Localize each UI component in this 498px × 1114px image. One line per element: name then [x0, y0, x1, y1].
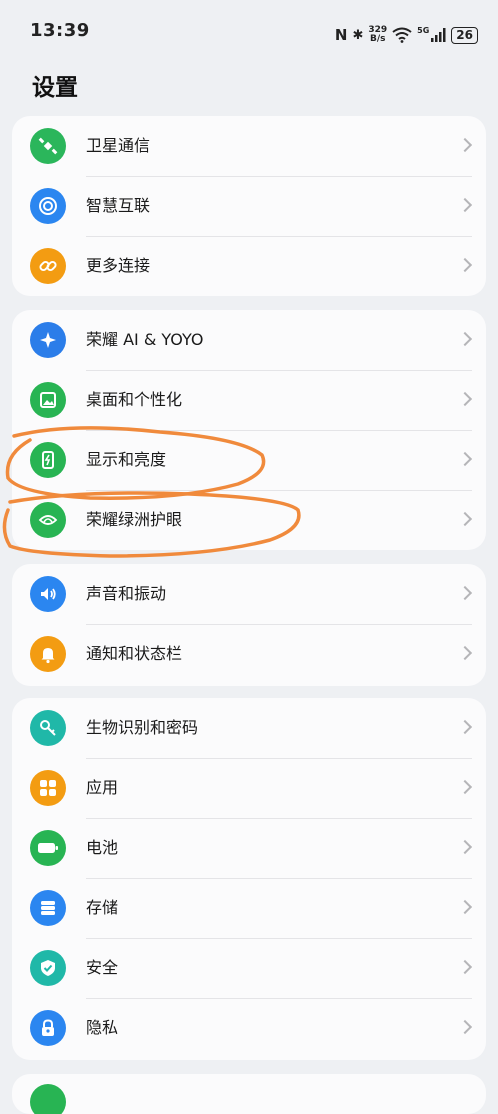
menu-item-security[interactable]: 安全 [12, 938, 486, 998]
satellite-icon [30, 128, 66, 164]
chevron-right-icon [457, 511, 473, 527]
smart-link-icon [30, 188, 66, 224]
chevron-right-icon [457, 197, 473, 213]
cell-signal-icon [431, 28, 446, 42]
menu-item-biometrics-password[interactable]: 生物识别和密码 [12, 698, 486, 758]
display-brightness-icon [30, 442, 66, 478]
settings-group-sound-notification: 声音和振动 通知和状态栏 [12, 564, 486, 686]
settings-group-next [12, 1074, 486, 1114]
apps-grid-icon [30, 770, 66, 806]
divider [86, 998, 472, 999]
chevron-right-icon [457, 257, 473, 273]
menu-item-label: 桌面和个性化 [86, 390, 183, 409]
menu-item-label: 生物识别和密码 [86, 718, 199, 737]
menu-item-eye-comfort[interactable]: 荣耀绿洲护眼 [12, 490, 486, 550]
menu-item-label: 应用 [86, 778, 119, 797]
eye-care-icon [30, 502, 66, 538]
chevron-right-icon [457, 391, 473, 407]
bluetooth-icon: ✱ [352, 27, 364, 43]
key-icon [30, 710, 66, 746]
network-speed-unit: B/s [370, 34, 386, 44]
chevron-right-icon [457, 585, 473, 601]
chevron-right-icon [457, 331, 473, 347]
settings-group-system: 生物识别和密码 应用 电池 存储 安全 隐私 [12, 698, 486, 1060]
link-icon [30, 248, 66, 284]
menu-item-privacy[interactable]: 隐私 [12, 998, 486, 1058]
menu-item-label: 显示和亮度 [86, 450, 167, 469]
chevron-right-icon [457, 137, 473, 153]
ai-assistant-icon [30, 322, 66, 358]
chevron-right-icon [457, 959, 473, 975]
menu-item-battery[interactable]: 电池 [12, 818, 486, 878]
menu-item-label: 电池 [86, 838, 119, 857]
network-speed: 329 B/s [368, 26, 387, 44]
divider [86, 818, 472, 819]
menu-item-label: 隐私 [86, 1018, 119, 1037]
menu-item-label: 荣耀绿洲护眼 [86, 510, 183, 529]
mobile-network-label: 5G [417, 25, 430, 35]
privacy-lock-icon [30, 1010, 66, 1046]
settings-group-connectivity: 卫星通信 智慧互联 更多连接 [12, 116, 486, 296]
divider [86, 878, 472, 879]
speaker-icon [30, 576, 66, 612]
menu-item-honor-ai[interactable]: 荣耀 AI & YOYO [12, 310, 486, 370]
menu-item-label: 安全 [86, 958, 119, 977]
menu-item-notifications[interactable]: 通知和状态栏 [12, 624, 486, 684]
menu-item-satellite[interactable]: 卫星通信 [12, 116, 486, 176]
picture-icon [30, 382, 66, 418]
menu-item-more-connections[interactable]: 更多连接 [12, 236, 486, 296]
wifi-icon [392, 27, 412, 43]
chevron-right-icon [457, 839, 473, 855]
menu-item-desktop-personalization[interactable]: 桌面和个性化 [12, 370, 486, 430]
settings-group-personalization: 荣耀 AI & YOYO 桌面和个性化 显示和亮度 荣耀绿洲护眼 [12, 310, 486, 550]
status-bar: 13:39 N ✱ 329 B/s 5G 26 [0, 0, 498, 60]
clock: 13:39 [30, 20, 90, 41]
menu-item-label: 卫星通信 [86, 136, 151, 155]
battery-indicator: 26 [451, 26, 478, 44]
divider [86, 758, 472, 759]
next-item-icon [30, 1084, 66, 1114]
bell-icon [30, 636, 66, 672]
chevron-right-icon [457, 451, 473, 467]
menu-item-sound-vibration[interactable]: 声音和振动 [12, 564, 486, 624]
menu-item-label: 通知和状态栏 [86, 644, 183, 663]
menu-item-display-brightness[interactable]: 显示和亮度 [12, 430, 486, 490]
chevron-right-icon [457, 719, 473, 735]
menu-item-label: 存储 [86, 898, 119, 917]
storage-icon [30, 890, 66, 926]
menu-item-label: 智慧互联 [86, 196, 151, 215]
battery-icon [30, 830, 66, 866]
chevron-right-icon [457, 779, 473, 795]
chevron-right-icon [457, 899, 473, 915]
shield-check-icon [30, 950, 66, 986]
menu-item-smart-link[interactable]: 智慧互联 [12, 176, 486, 236]
menu-item-apps[interactable]: 应用 [12, 758, 486, 818]
menu-item-label: 荣耀 AI & YOYO [86, 330, 204, 349]
status-icons: N ✱ 329 B/s 5G 26 [335, 24, 478, 46]
chevron-right-icon [457, 1019, 473, 1035]
nfc-icon: N [334, 26, 348, 44]
chevron-right-icon [457, 645, 473, 661]
divider [86, 938, 472, 939]
menu-item-label: 声音和振动 [86, 584, 167, 603]
page-title: 设置 [32, 75, 78, 101]
menu-item-label: 更多连接 [86, 256, 151, 275]
menu-item-storage[interactable]: 存储 [12, 878, 486, 938]
